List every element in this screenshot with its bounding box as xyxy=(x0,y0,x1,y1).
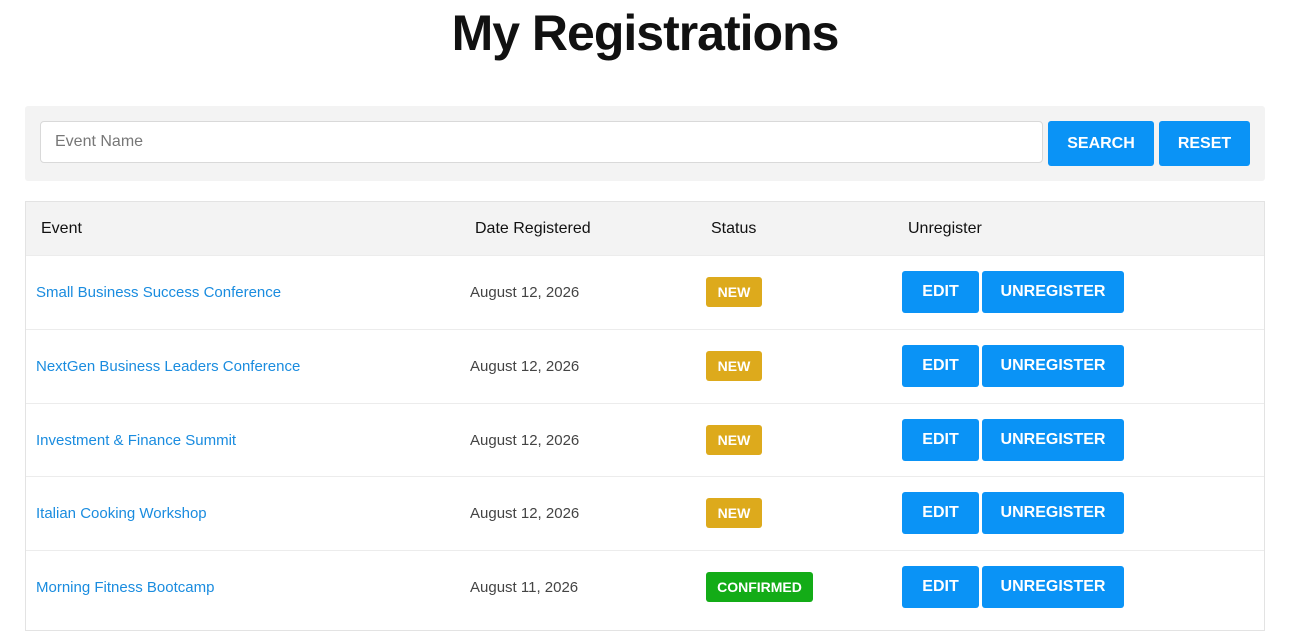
date-registered: August 12, 2026 xyxy=(470,505,580,522)
edit-button[interactable]: EDIT xyxy=(902,492,979,534)
event-link[interactable]: Investment & Finance Summit xyxy=(36,404,236,478)
date-registered: August 12, 2026 xyxy=(470,358,580,375)
event-link[interactable]: Morning Fitness Bootcamp xyxy=(36,551,214,625)
status-badge: NEW xyxy=(706,425,762,455)
table-row: Italian Cooking Workshop August 12, 2026… xyxy=(26,476,1264,550)
table-row: NextGen Business Leaders Conference Augu… xyxy=(26,329,1264,403)
event-name-search-input[interactable] xyxy=(40,121,1043,163)
unregister-button[interactable]: UNREGISTER xyxy=(982,566,1124,608)
status-badge: NEW xyxy=(706,498,762,528)
table-row: Morning Fitness Bootcamp August 11, 2026… xyxy=(26,550,1264,624)
column-header-date-registered: Date Registered xyxy=(475,220,591,237)
table-header: Event Date Registered Status Unregister xyxy=(26,202,1264,255)
unregister-button[interactable]: UNREGISTER xyxy=(982,492,1124,534)
column-header-event: Event xyxy=(41,220,82,237)
reset-button[interactable]: RESET xyxy=(1159,121,1250,166)
event-link[interactable]: NextGen Business Leaders Conference xyxy=(36,330,300,404)
page-title: My Registrations xyxy=(451,5,840,61)
status-badge: NEW xyxy=(706,277,762,307)
column-header-unregister: Unregister xyxy=(908,220,982,237)
edit-button[interactable]: EDIT xyxy=(902,566,979,608)
page: My Registrations SEARCH RESET Event Date… xyxy=(0,0,1292,639)
unregister-button[interactable]: UNREGISTER xyxy=(982,271,1124,313)
search-bar: SEARCH RESET xyxy=(25,106,1265,181)
table-row: Investment & Finance Summit August 12, 2… xyxy=(26,403,1264,477)
table-row: Small Business Success Conference August… xyxy=(26,255,1264,329)
status-badge: NEW xyxy=(706,351,762,381)
date-registered: August 12, 2026 xyxy=(470,284,580,301)
edit-button[interactable]: EDIT xyxy=(902,419,979,461)
date-registered: August 11, 2026 xyxy=(470,579,579,596)
unregister-button[interactable]: UNREGISTER xyxy=(982,419,1124,461)
registrations-table: Event Date Registered Status Unregister … xyxy=(25,201,1265,631)
column-header-status: Status xyxy=(711,220,757,237)
unregister-button[interactable]: UNREGISTER xyxy=(982,345,1124,387)
event-link[interactable]: Small Business Success Conference xyxy=(36,256,281,330)
date-registered: August 12, 2026 xyxy=(470,432,580,449)
edit-button[interactable]: EDIT xyxy=(902,271,979,313)
status-badge: CONFIRMED xyxy=(706,572,813,602)
edit-button[interactable]: EDIT xyxy=(902,345,979,387)
event-link[interactable]: Italian Cooking Workshop xyxy=(36,477,207,551)
search-button[interactable]: SEARCH xyxy=(1048,121,1154,166)
